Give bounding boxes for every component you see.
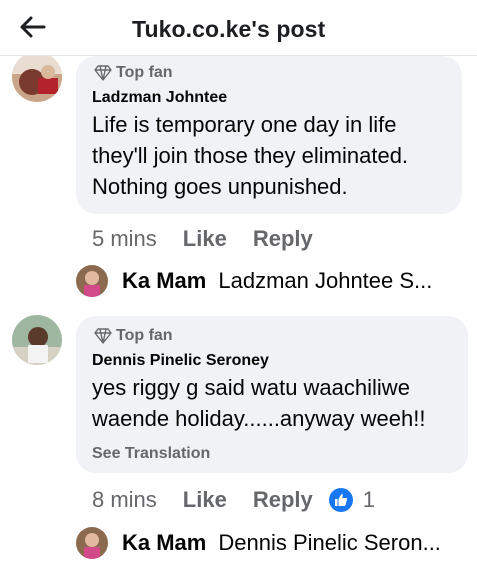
avatar	[76, 265, 108, 297]
page-title: Tuko.co.ke's post	[132, 16, 326, 42]
comment-line: Life is temporary one day in life	[92, 112, 397, 137]
like-button[interactable]: Like	[183, 487, 227, 513]
diamond-icon	[94, 328, 112, 344]
comment-line: Nothing goes unpunished.	[92, 174, 348, 199]
reply-author: Ka Mam	[122, 530, 207, 555]
comment-actions: 5 mins Like Reply	[92, 226, 313, 252]
avatar[interactable]	[12, 315, 62, 365]
comment-bubble[interactable]: Top fan Dennis Pinelic Seroney yes riggy…	[76, 316, 468, 473]
reply-author: Ka Mam	[122, 268, 207, 293]
thumbs-up-icon[interactable]	[328, 488, 353, 512]
reply-preview[interactable]: Ka Mam Dennis Pinelic Seron...	[76, 527, 441, 559]
comment-line: waende holiday......anyway weeh!!	[92, 406, 426, 431]
avatar[interactable]	[12, 52, 62, 102]
comment-line: yes riggy g said watu waachiliwe	[92, 375, 410, 400]
avatar	[76, 527, 108, 559]
reaction-count[interactable]: 1	[363, 487, 375, 513]
badge-label: Top fan	[116, 327, 173, 344]
comment-author[interactable]: Ladzman Johntee	[92, 89, 227, 107]
see-translation-link[interactable]: See Translation	[92, 445, 210, 463]
diamond-icon	[94, 65, 112, 81]
comment-time: 8 mins	[92, 487, 157, 512]
reply-preview[interactable]: Ka Mam Ladzman Johntee S...	[76, 265, 432, 297]
reply-text: Dennis Pinelic Seron...	[218, 530, 441, 555]
comment-bubble[interactable]: Top fan Ladzman Johntee Life is temporar…	[76, 56, 462, 214]
comment-actions: 8 mins Like Reply 1	[92, 487, 375, 513]
reply-text: Ladzman Johntee S...	[218, 268, 433, 293]
like-button[interactable]: Like	[183, 226, 227, 252]
badge-label: Top fan	[116, 64, 173, 81]
back-button[interactable]	[18, 12, 48, 42]
top-fan-badge: Top fan	[94, 64, 173, 82]
top-bar: Tuko.co.ke's post	[0, 0, 477, 56]
reply-button[interactable]: Reply	[253, 226, 313, 252]
top-fan-badge: Top fan	[94, 327, 173, 345]
comment-time: 5 mins	[92, 226, 157, 251]
arrow-left-icon	[20, 16, 46, 38]
comment-author[interactable]: Dennis Pinelic Seroney	[92, 352, 269, 370]
reply-button[interactable]: Reply	[253, 487, 313, 513]
comment-line: they'll join those they eliminated.	[92, 143, 409, 168]
